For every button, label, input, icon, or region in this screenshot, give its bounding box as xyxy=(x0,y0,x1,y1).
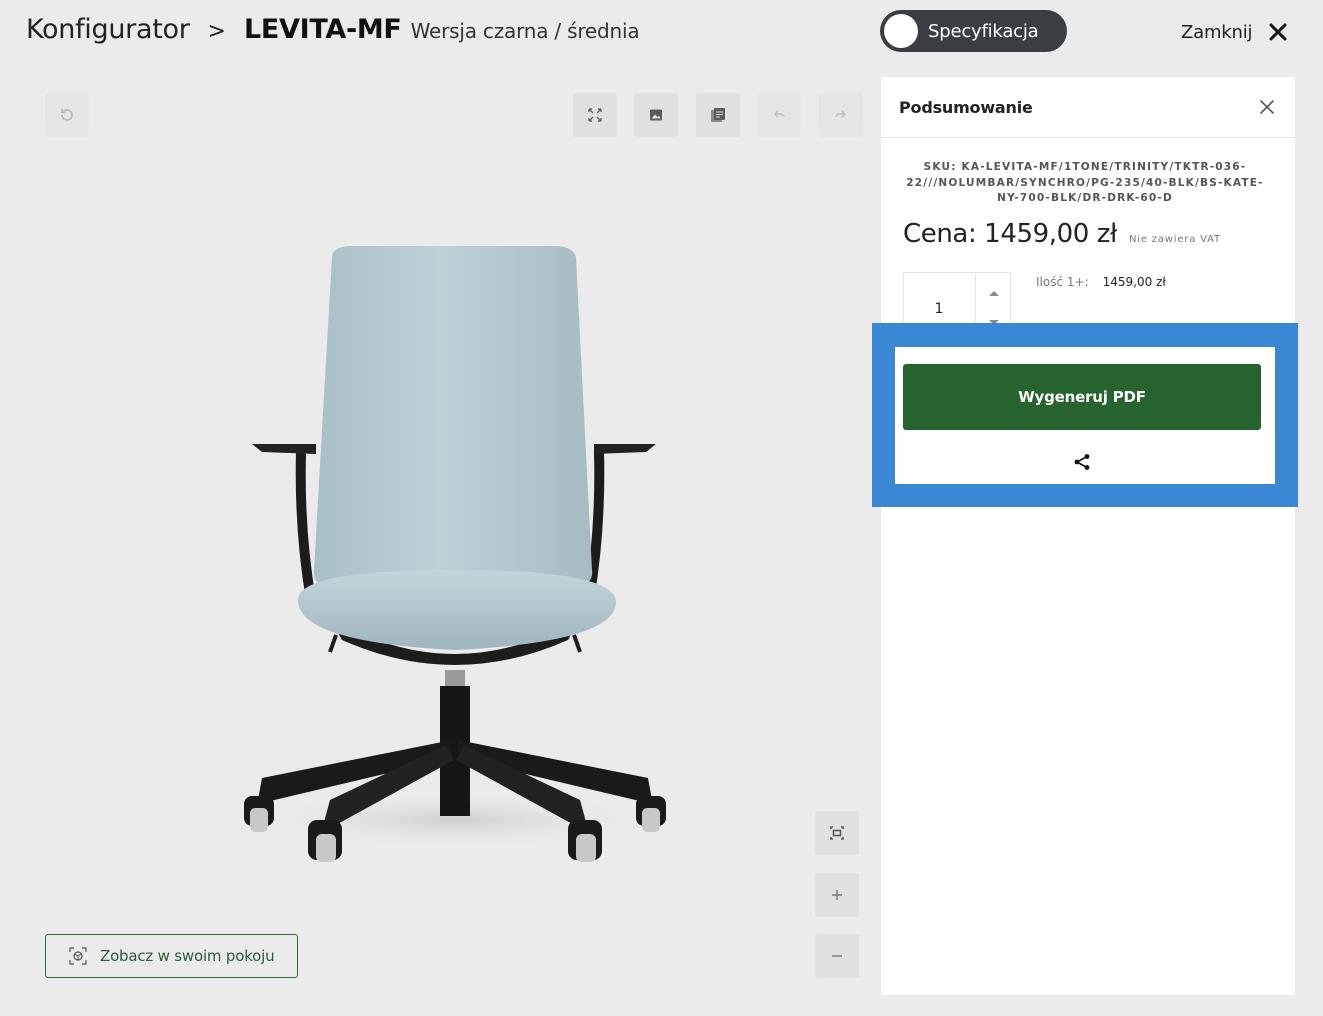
view-in-room-button[interactable]: Zobacz w swoim pokoju xyxy=(45,934,298,978)
summary-panel: Podsumowanie SKU: KA-LEVITA-MF/1TONE/TRI… xyxy=(881,77,1295,995)
price: Cena: 1459,00 zł xyxy=(903,218,1118,249)
zoom-in-icon xyxy=(832,890,842,900)
close-configurator-button[interactable]: Zamknij xyxy=(1181,18,1290,46)
breadcrumb-separator: > xyxy=(207,19,226,44)
fit-view-button[interactable] xyxy=(815,811,859,855)
breadcrumb: Konfigurator > LEVITA-MF Wersja czarna /… xyxy=(26,14,640,54)
tier-price: 1459,00 zł xyxy=(1102,275,1166,289)
summary-title: Podsumowanie xyxy=(899,97,1033,117)
caret-up-icon xyxy=(989,291,999,296)
fit-icon xyxy=(830,826,844,840)
fullscreen-button[interactable] xyxy=(573,93,617,137)
product-name: LEVITA-MF xyxy=(243,14,402,45)
vat-note: Nie zawiera VAT xyxy=(1129,233,1221,245)
redo-button[interactable] xyxy=(819,93,863,137)
price-tier: Ilość 1+: 1459,00 zł xyxy=(1036,275,1166,289)
zoom-out-button[interactable] xyxy=(815,934,859,978)
close-label: Zamknij xyxy=(1181,21,1253,43)
ar-icon xyxy=(69,947,87,965)
generate-pdf-button[interactable]: Wygeneruj PDF xyxy=(903,364,1261,430)
product-3d-view[interactable] xyxy=(232,240,678,870)
specification-toggle[interactable]: Specyfikacja xyxy=(880,10,1067,52)
quantity-increase-button[interactable] xyxy=(976,279,1012,307)
sku-code: SKU: KA-LEVITA-MF/1TONE/TRINITY/TKTR-036… xyxy=(906,161,1264,204)
product-variant: Wersja czarna / średnia xyxy=(410,19,640,43)
close-icon[interactable] xyxy=(1257,97,1277,117)
pdf-export-button[interactable] xyxy=(696,93,740,137)
pdf-icon xyxy=(711,108,725,122)
view-in-room-label: Zobacz w swoim pokoju xyxy=(100,947,275,965)
undo-button[interactable] xyxy=(757,93,801,137)
fullscreen-icon xyxy=(588,108,602,122)
image-icon xyxy=(650,109,662,121)
tier-label: Ilość 1+: xyxy=(1036,275,1089,289)
share-icon xyxy=(1074,454,1090,470)
zoom-in-button[interactable] xyxy=(815,873,859,917)
summary-header: Podsumowanie xyxy=(881,77,1295,138)
undo-icon xyxy=(774,110,785,118)
reset-icon xyxy=(61,109,73,121)
screenshot-button[interactable] xyxy=(634,93,678,137)
price-row: Cena: 1459,00 zł Nie zawiera VAT xyxy=(903,219,1295,249)
specification-toggle-label: Specyfikacja xyxy=(928,20,1039,42)
zoom-out-icon xyxy=(832,955,842,957)
close-icon xyxy=(1269,23,1287,41)
share-button[interactable] xyxy=(1070,450,1094,474)
breadcrumb-root[interactable]: Konfigurator xyxy=(26,14,190,45)
redo-icon xyxy=(835,110,846,118)
toggle-knob xyxy=(884,14,918,48)
reset-view-button[interactable] xyxy=(45,93,89,137)
